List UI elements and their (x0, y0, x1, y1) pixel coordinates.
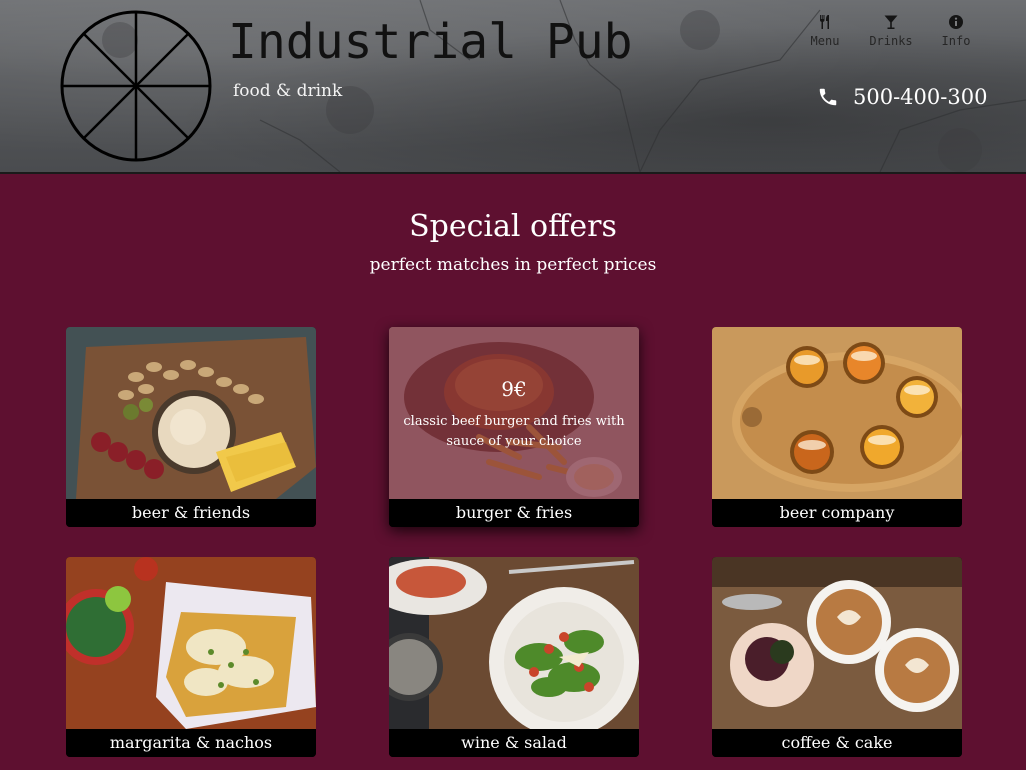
info-icon (949, 15, 963, 29)
offer-caption: margarita & nachos (66, 729, 316, 757)
offer-caption: wine & salad (389, 729, 639, 757)
section-subtitle: perfect matches in perfect prices (369, 255, 657, 275)
nav-menu-label: Menu (810, 34, 840, 48)
coffee-cake-photo (712, 557, 962, 729)
offer-card-beer-company[interactable]: beer company (712, 327, 962, 527)
phone-contact[interactable]: 500-400-300 (817, 83, 987, 111)
site-tagline: food & drink (233, 81, 343, 101)
offer-card-margarita-nachos[interactable]: margarita & nachos (66, 557, 316, 757)
nav-drinks-label: Drinks (869, 34, 913, 48)
offer-caption: beer company (712, 499, 962, 527)
offer-description: classic beef burger and fries with sauce… (403, 414, 625, 449)
phone-number[interactable]: 500-400-300 (853, 85, 987, 109)
beer-company-photo (712, 327, 962, 499)
offer-card-burger-fries[interactable]: 9€ classic beef burger and fries with sa… (389, 327, 639, 527)
offer-card-wine-salad[interactable]: wine & salad (389, 557, 639, 757)
section-title: Special offers (409, 209, 617, 244)
offer-caption: coffee & cake (712, 729, 962, 757)
phone-icon (819, 88, 837, 106)
offer-caption: burger & fries (389, 499, 639, 527)
offer-caption: beer & friends (66, 499, 316, 527)
site-header: Industrial Pub food & drink Menu Drinks … (0, 0, 1026, 174)
nav-drinks[interactable]: Drinks (868, 14, 914, 48)
offer-card-beer-friends[interactable]: beer & friends (66, 327, 316, 527)
main-nav: Menu Drinks Info (0, 14, 1026, 54)
cutlery-icon (820, 15, 829, 29)
beer-friends-photo (66, 327, 316, 499)
nav-info[interactable]: Info (939, 14, 973, 48)
nav-menu[interactable]: Menu (806, 14, 844, 48)
offer-price: 9€ (501, 377, 527, 401)
cocktail-glass-icon (884, 15, 898, 29)
wine-salad-photo (389, 557, 639, 729)
nav-info-label: Info (941, 34, 971, 48)
margarita-nachos-photo (66, 557, 316, 729)
offer-card-coffee-cake[interactable]: coffee & cake (712, 557, 962, 757)
